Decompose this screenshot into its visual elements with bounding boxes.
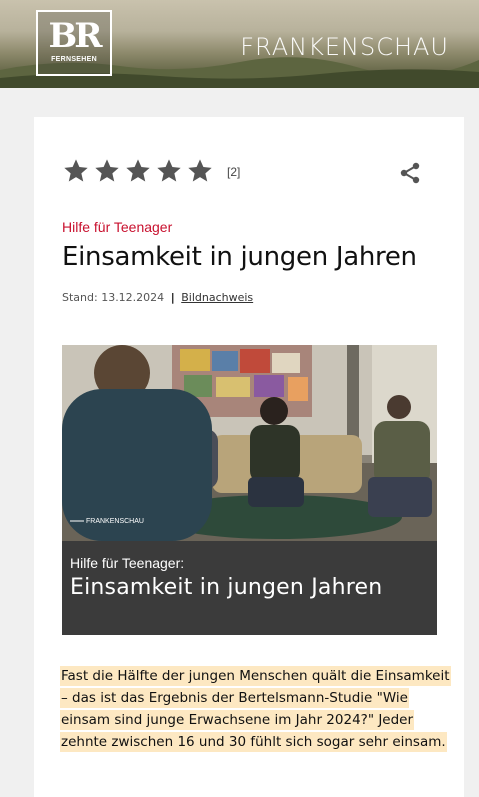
- meta-separator: |: [170, 291, 175, 304]
- publish-date: Stand: 13.12.2024: [62, 291, 165, 304]
- share-icon[interactable]: [398, 161, 422, 185]
- star-icon[interactable]: [124, 157, 152, 185]
- teaser-image[interactable]: FRANKENSCHAU: [62, 345, 437, 541]
- br-logo[interactable]: BR FERNSEHEN: [36, 10, 112, 76]
- article-video[interactable]: FRANKENSCHAU Hilfe für Teenager: Einsamk…: [62, 345, 437, 635]
- star-icon[interactable]: [186, 157, 214, 185]
- star-icon[interactable]: [155, 157, 183, 185]
- video-caption: Hilfe für Teenager: Einsamkeit in jungen…: [62, 541, 437, 635]
- video-watermark: FRANKENSCHAU: [86, 518, 144, 525]
- article-headline: Einsamkeit in jungen Jahren: [62, 242, 417, 272]
- article-meta: Stand: 13.12.2024 | Bildnachweis: [62, 291, 253, 304]
- caption-title: Einsamkeit in jungen Jahren: [70, 575, 383, 600]
- star-icon[interactable]: [93, 157, 121, 185]
- rating-count: [2]: [227, 165, 241, 179]
- brand-title[interactable]: FRANKENSCHAU: [240, 33, 449, 61]
- star-rating[interactable]: [2]: [62, 157, 240, 185]
- lead-text: Fast die Hälfte der jungen Menschen quäl…: [60, 666, 451, 752]
- article-kicker: Hilfe für Teenager: [62, 219, 173, 235]
- article-lead: Fast die Hälfte der jungen Menschen quäl…: [60, 665, 451, 753]
- site-header: BR FERNSEHEN FRANKENSCHAU: [0, 0, 479, 88]
- logo-mark: BR: [48, 16, 103, 56]
- logo-subtext: FERNSEHEN: [51, 56, 97, 63]
- star-icon[interactable]: [62, 157, 90, 185]
- image-credits-link[interactable]: Bildnachweis: [181, 291, 253, 304]
- caption-kicker: Hilfe für Teenager:: [70, 555, 185, 571]
- article-card: [2] Hilfe für Teenager Einsamkeit in jun…: [34, 117, 464, 797]
